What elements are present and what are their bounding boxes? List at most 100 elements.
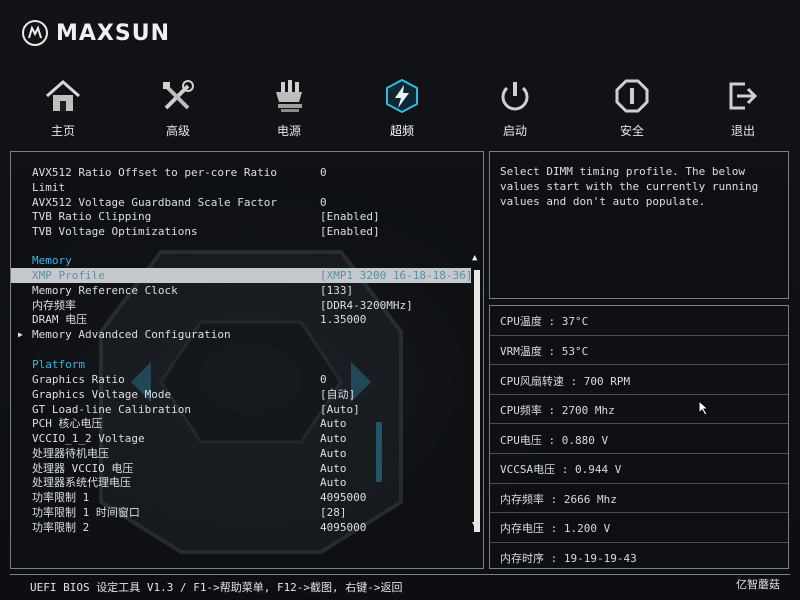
setting-label: Limit (32, 181, 66, 194)
setting-row[interactable]: 处理器待机电压 Auto (11, 446, 471, 461)
divider (490, 542, 788, 543)
setting-row[interactable]: PCH 核心电压 Auto (11, 416, 471, 431)
scroll-up-arrow-icon[interactable]: ▲ (472, 253, 477, 263)
nav-security[interactable]: 安全 (587, 78, 677, 139)
monitor-mem-voltage: 内存电压 : 1.200 V (500, 522, 611, 535)
setting-label: 处理器 VCCIO 电压 (32, 462, 134, 475)
footer-help-text: UEFI BIOS 设定工具 V1.3 / F1->帮助菜单, F12->截图,… (30, 581, 403, 594)
setting-value: 0 (320, 166, 327, 179)
power-plug-icon (276, 80, 302, 112)
divider (490, 453, 788, 454)
setting-row[interactable]: Memory Reference Clock [133] (11, 283, 471, 298)
help-panel: Select DIMM timing profile. The below va… (489, 151, 789, 299)
status-bar: UEFI BIOS 设定工具 V1.3 / F1->帮助菜单, F12->截图,… (10, 574, 790, 595)
setting-row[interactable]: 功率限制 1 时间窗口 [28] (11, 505, 471, 520)
monitor-vccsa-voltage: VCCSA电压 : 0.944 V (500, 463, 622, 476)
divider (490, 335, 788, 336)
setting-row[interactable]: AVX512 Ratio Offset to per-core Ratio 0 (11, 165, 471, 180)
nav-advanced[interactable]: 高级 (133, 78, 223, 139)
nav-exit-label: 退出 (730, 124, 755, 138)
setting-label: XMP Profile (32, 269, 105, 282)
setting-row[interactable]: Graphics Ratio 0 (11, 372, 471, 387)
nav-home[interactable]: 主页 (18, 78, 108, 139)
setting-value: [133] (320, 284, 354, 297)
setting-row[interactable]: 处理器系统代理电压 Auto (11, 475, 471, 490)
exit-icon (729, 82, 758, 110)
setting-value: Auto (320, 432, 347, 445)
nav-exit[interactable]: 退出 (698, 78, 788, 139)
setting-value: Auto (320, 462, 347, 475)
setting-row[interactable]: 功率限制 2 4095000 (11, 520, 471, 535)
submenu-arrow-icon: ▶ (18, 330, 23, 339)
setting-row[interactable]: GT Load-line Calibration [Auto] (11, 402, 471, 417)
setting-row[interactable]: 处理器 VCCIO 电压 Auto (11, 461, 471, 476)
setting-row-xmp-profile[interactable]: XMP Profile [XMP1 3200 16-18-18-36] (11, 268, 472, 283)
setting-row[interactable]: TVB Voltage Optimizations [Enabled] (11, 224, 471, 239)
divider (490, 364, 788, 365)
setting-row[interactable]: TVB Ratio Clipping [Enabled] (11, 209, 471, 224)
setting-label: VCCIO_1_2 Voltage (32, 432, 145, 445)
top-navigation: 主页 高级 电源 超频 启动 安全 退出 (0, 78, 800, 148)
setting-value: 4095000 (320, 521, 367, 534)
monitor-cpu-temp: CPU温度 : 37°C (500, 315, 589, 328)
setting-row[interactable]: DRAM 电压 1.35000 (11, 312, 471, 327)
scroll-down-arrow-icon[interactable]: ▼ (472, 520, 477, 530)
setting-row[interactable]: VCCIO_1_2 Voltage Auto (11, 431, 471, 446)
setting-value: [Auto] (320, 403, 360, 416)
monitor-cpu-voltage: CPU电压 : 0.880 V (500, 434, 609, 447)
hardware-monitor-panel: CPU温度 : 37°C VRM温度 : 53°C CPU风扇转速 : 700 … (489, 305, 789, 569)
setting-label: 处理器待机电压 (32, 447, 109, 460)
maxsun-logo: MAXSUN (22, 18, 170, 48)
watermark: 亿智蘑菇 (736, 578, 780, 591)
nav-advanced-label: 高级 (165, 124, 190, 138)
setting-label: 功率限制 1 时间窗口 (32, 506, 140, 519)
memory-section-header: Memory (32, 254, 72, 267)
setting-label: Memory Reference Clock (32, 284, 178, 297)
monitor-vrm-temp: VRM温度 : 53°C (500, 345, 589, 358)
maxsun-logo-icon (22, 20, 48, 46)
setting-value: Auto (320, 447, 347, 460)
setting-label: AVX512 Voltage Guardband Scale Factor (32, 196, 278, 209)
nav-boot[interactable]: 启动 (470, 78, 560, 139)
submenu-row[interactable]: ▶ Memory Advandced Configuration (11, 327, 471, 342)
setting-label: Graphics Ratio (32, 373, 125, 386)
setting-value: 4095000 (320, 491, 367, 504)
monitor-mem-freq: 内存频率 : 2666 Mhz (500, 493, 617, 506)
setting-value: 0 (320, 196, 327, 209)
setting-value: [DDR4-3200MHz] (320, 299, 413, 312)
setting-row[interactable]: Graphics Voltage Mode [自动] (11, 387, 471, 402)
platform-section-header: Platform (32, 358, 85, 371)
setting-value: [自动] (320, 388, 356, 401)
setting-row[interactable]: AVX512 Voltage Guardband Scale Factor 0 (11, 195, 471, 210)
nav-overclock-label: 超频 (389, 124, 414, 138)
nav-home-label: 主页 (50, 124, 75, 138)
setting-label: 内存频率 (32, 299, 76, 312)
setting-value: Auto (320, 476, 347, 489)
setting-row[interactable]: 功率限制 1 4095000 (11, 490, 471, 505)
setting-label: AVX512 Ratio Offset to per-core Ratio (32, 166, 278, 179)
nav-overclock[interactable]: 超频 (357, 78, 447, 139)
setting-label: 处理器系统代理电压 (32, 476, 131, 489)
monitor-mem-timing: 内存时序 : 19-19-19-43 (500, 552, 637, 565)
setting-label: GT Load-line Calibration (32, 403, 191, 416)
help-text: Select DIMM timing profile. The below va… (500, 165, 759, 208)
setting-label: TVB Ratio Clipping (32, 210, 152, 223)
nav-boot-label: 启动 (502, 124, 527, 138)
setting-value: [28] (320, 506, 347, 519)
setting-value: [Enabled] (320, 225, 380, 238)
setting-value: 0 (320, 373, 327, 386)
nav-power[interactable]: 电源 (244, 78, 334, 139)
setting-row: Limit (11, 180, 471, 195)
setting-label: PCH 核心电压 (32, 417, 103, 430)
setting-label: Memory Advandced Configuration (32, 328, 231, 341)
brand-name: MAXSUN (56, 20, 171, 46)
settings-scrollbar[interactable] (474, 270, 480, 532)
monitor-cpu-freq: CPU频率 : 2700 Mhz (500, 404, 615, 417)
divider (490, 423, 788, 424)
setting-value: 1.35000 (320, 313, 367, 326)
setting-label: Graphics Voltage Mode (32, 388, 172, 401)
setting-row[interactable]: 内存频率 [DDR4-3200MHz] (11, 298, 471, 313)
setting-value: [Enabled] (320, 210, 380, 223)
setting-label: 功率限制 1 (32, 491, 90, 504)
overclock-lightning-icon (386, 78, 418, 114)
